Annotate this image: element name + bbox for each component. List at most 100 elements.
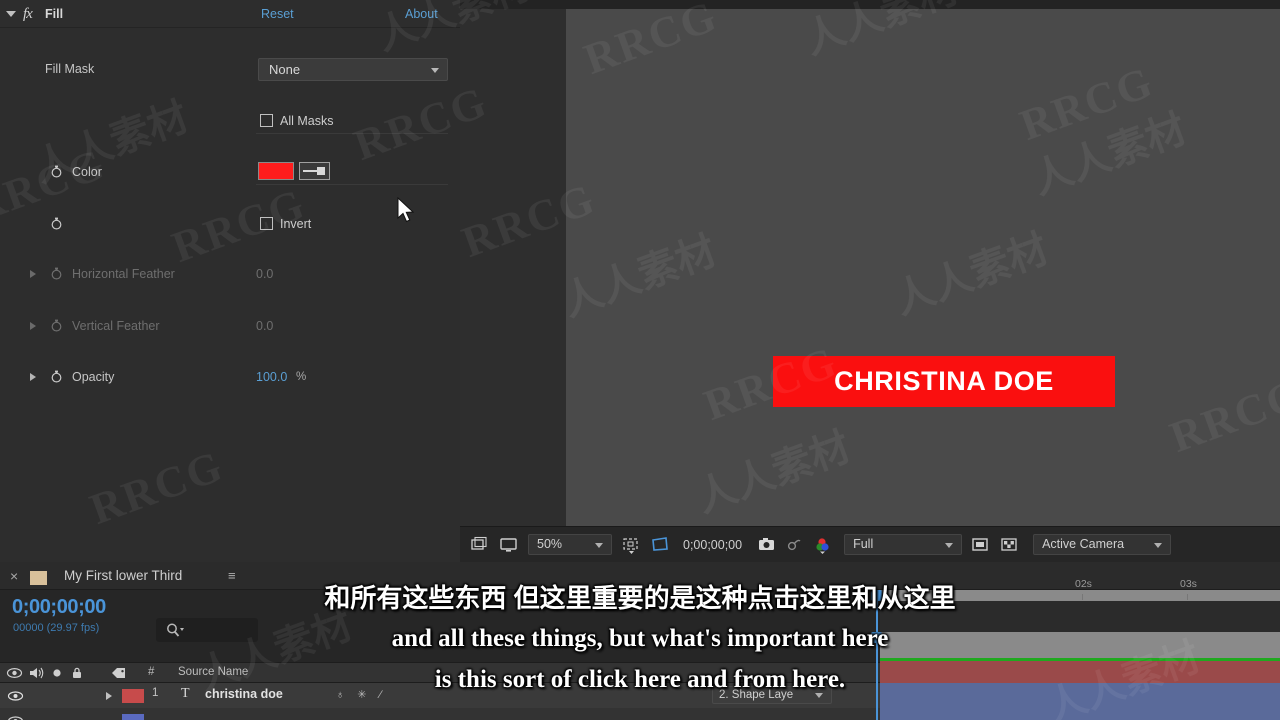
- work-area-bar[interactable]: [880, 590, 1280, 601]
- monitor-icon[interactable]: [499, 536, 519, 554]
- effect-header-row: fx Fill Reset About: [0, 0, 460, 28]
- lock-icon[interactable]: [70, 666, 84, 683]
- playhead-handle-graph[interactable]: [871, 632, 882, 643]
- stopwatch-icon[interactable]: [50, 165, 63, 178]
- stopwatch-icon[interactable]: [50, 217, 63, 230]
- solo-icon[interactable]: [50, 666, 64, 683]
- layer-name[interactable]: christina doe: [205, 687, 283, 701]
- zoom-level-value: 50%: [537, 537, 563, 551]
- chevron-down-icon: [595, 542, 603, 548]
- stopwatch-icon[interactable]: [50, 370, 63, 383]
- eye-icon[interactable]: [7, 690, 24, 705]
- camera-view-select[interactable]: Active Camera: [1033, 534, 1172, 555]
- lower-third-text: CHRISTINA DOE: [834, 366, 1054, 396]
- playhead-handle-top[interactable]: [871, 590, 882, 601]
- table-row[interactable]: 1 T christina doe ♁ ✳ ∕ 2. Shape Laye: [0, 683, 880, 708]
- stopwatch-icon[interactable]: [50, 267, 63, 280]
- about-button[interactable]: About: [405, 0, 438, 28]
- layer-number-header: #: [148, 666, 155, 678]
- horizontal-feather-label: Horizontal Feather: [72, 267, 175, 281]
- effect-name: Fill: [45, 7, 64, 21]
- top-region: fx Fill Reset About Fill Mask None All M…: [0, 0, 1280, 562]
- label-tag-icon[interactable]: [110, 666, 128, 683]
- invert-checkbox[interactable]: [260, 217, 273, 230]
- mouse-cursor: [397, 197, 415, 223]
- search-input[interactable]: [156, 618, 258, 642]
- composition-canvas[interactable]: CHRISTINA DOE: [566, 9, 1280, 526]
- horizontal-feather-row: Horizontal Feather 0.0: [0, 261, 460, 287]
- layer-header-strip: [880, 632, 1280, 658]
- fill-mask-row: Fill Mask None: [0, 56, 460, 82]
- close-icon[interactable]: ×: [10, 568, 18, 584]
- viewer-toolbar: 50% 0;00;00;00 Full Active Camera: [460, 526, 1280, 562]
- channels-rgb-icon[interactable]: [815, 536, 835, 554]
- chevron-down-icon: [815, 693, 823, 698]
- search-icon: [167, 623, 184, 637]
- layer-label-color[interactable]: [122, 689, 144, 703]
- layer-disclosure-triangle[interactable]: [106, 692, 112, 700]
- invert-label: Invert: [280, 217, 312, 231]
- opacity-disclosure-triangle[interactable]: [30, 373, 36, 381]
- eyedropper-icon[interactable]: [299, 162, 330, 180]
- fill-mask-value: None: [269, 62, 301, 77]
- vertical-feather-value[interactable]: 0.0: [256, 313, 273, 339]
- layer-duration-bar-red[interactable]: [880, 661, 1280, 683]
- show-snapshot-icon[interactable]: [786, 536, 806, 554]
- fill-mask-label: Fill Mask: [45, 62, 95, 76]
- source-name-header: Source Name: [178, 666, 249, 678]
- effect-controls-panel: fx Fill Reset About Fill Mask None All M…: [0, 0, 460, 562]
- current-timecode[interactable]: 0;00;00;00: [12, 596, 106, 619]
- layer-index: 1: [152, 687, 159, 699]
- chevron-down-icon: [1154, 542, 1163, 548]
- opacity-label: Opacity: [72, 370, 115, 384]
- snapshot-camera-icon[interactable]: [757, 536, 777, 554]
- all-masks-checkbox[interactable]: [260, 114, 273, 127]
- ruler-tick-label: 02s: [1075, 578, 1092, 590]
- resolution-select[interactable]: Full: [844, 534, 963, 555]
- transparency-grid-icon[interactable]: [971, 536, 991, 554]
- color-swatch[interactable]: [258, 162, 294, 180]
- fx-icon: fx: [23, 6, 33, 22]
- viewer-timecode[interactable]: 0;00;00;00: [683, 538, 742, 552]
- region-of-interest-icon[interactable]: [650, 536, 670, 554]
- resolution-value: Full: [853, 537, 874, 551]
- opacity-value[interactable]: 100.0: [256, 364, 287, 390]
- parent-layer-select[interactable]: 2. Shape Laye: [712, 686, 832, 704]
- always-preview-icon[interactable]: [470, 536, 490, 554]
- audio-speaker-icon[interactable]: [28, 666, 45, 683]
- composition-name[interactable]: My First lower Third: [64, 568, 182, 583]
- vertical-feather-disclosure-triangle[interactable]: [30, 322, 36, 330]
- viewer-tab-strip: [460, 0, 1280, 9]
- vertical-feather-label: Vertical Feather: [72, 319, 160, 333]
- layer-switches[interactable]: ♁ ✳ ∕: [336, 688, 386, 701]
- horizontal-feather-value[interactable]: 0.0: [256, 261, 273, 287]
- grid-guides-icon[interactable]: [621, 536, 641, 554]
- opacity-unit: %: [296, 371, 307, 383]
- color-row: Color: [0, 159, 460, 185]
- effect-disclosure-triangle[interactable]: [6, 11, 16, 17]
- eye-icon[interactable]: [7, 715, 24, 720]
- frame-rate-info: 00000 (29.97 fps): [13, 622, 100, 634]
- lower-third-banner[interactable]: CHRISTINA DOE: [773, 356, 1115, 407]
- opacity-row: Opacity 100.0 %: [0, 364, 460, 390]
- panel-menu-icon[interactable]: ≡: [228, 568, 236, 583]
- layer-duration-bar-blue[interactable]: [880, 683, 1280, 720]
- parent-layer-value: 2. Shape Laye: [719, 689, 794, 701]
- text-layer-icon: T: [181, 686, 190, 701]
- camera-view-value: Active Camera: [1042, 537, 1125, 551]
- vertical-feather-row: Vertical Feather 0.0: [0, 313, 460, 339]
- playhead[interactable]: [876, 590, 878, 720]
- fill-mask-dropdown[interactable]: None: [258, 58, 448, 81]
- eye-icon[interactable]: [6, 666, 23, 683]
- layer-label-color[interactable]: [122, 714, 144, 720]
- stopwatch-icon[interactable]: [50, 319, 63, 332]
- checkerboard-icon[interactable]: [1000, 536, 1020, 554]
- reset-button[interactable]: Reset: [261, 0, 294, 28]
- ruler-tick-mark: [1187, 594, 1188, 600]
- all-masks-row: All Masks: [0, 108, 460, 134]
- color-label: Color: [72, 165, 102, 179]
- horizontal-feather-disclosure-triangle[interactable]: [30, 270, 36, 278]
- table-row[interactable]: [0, 708, 880, 720]
- composition-viewer-panel: CHRISTINA DOE 50% 0;00;00;00 Full Active…: [460, 0, 1280, 562]
- zoom-level-select[interactable]: 50%: [528, 534, 612, 555]
